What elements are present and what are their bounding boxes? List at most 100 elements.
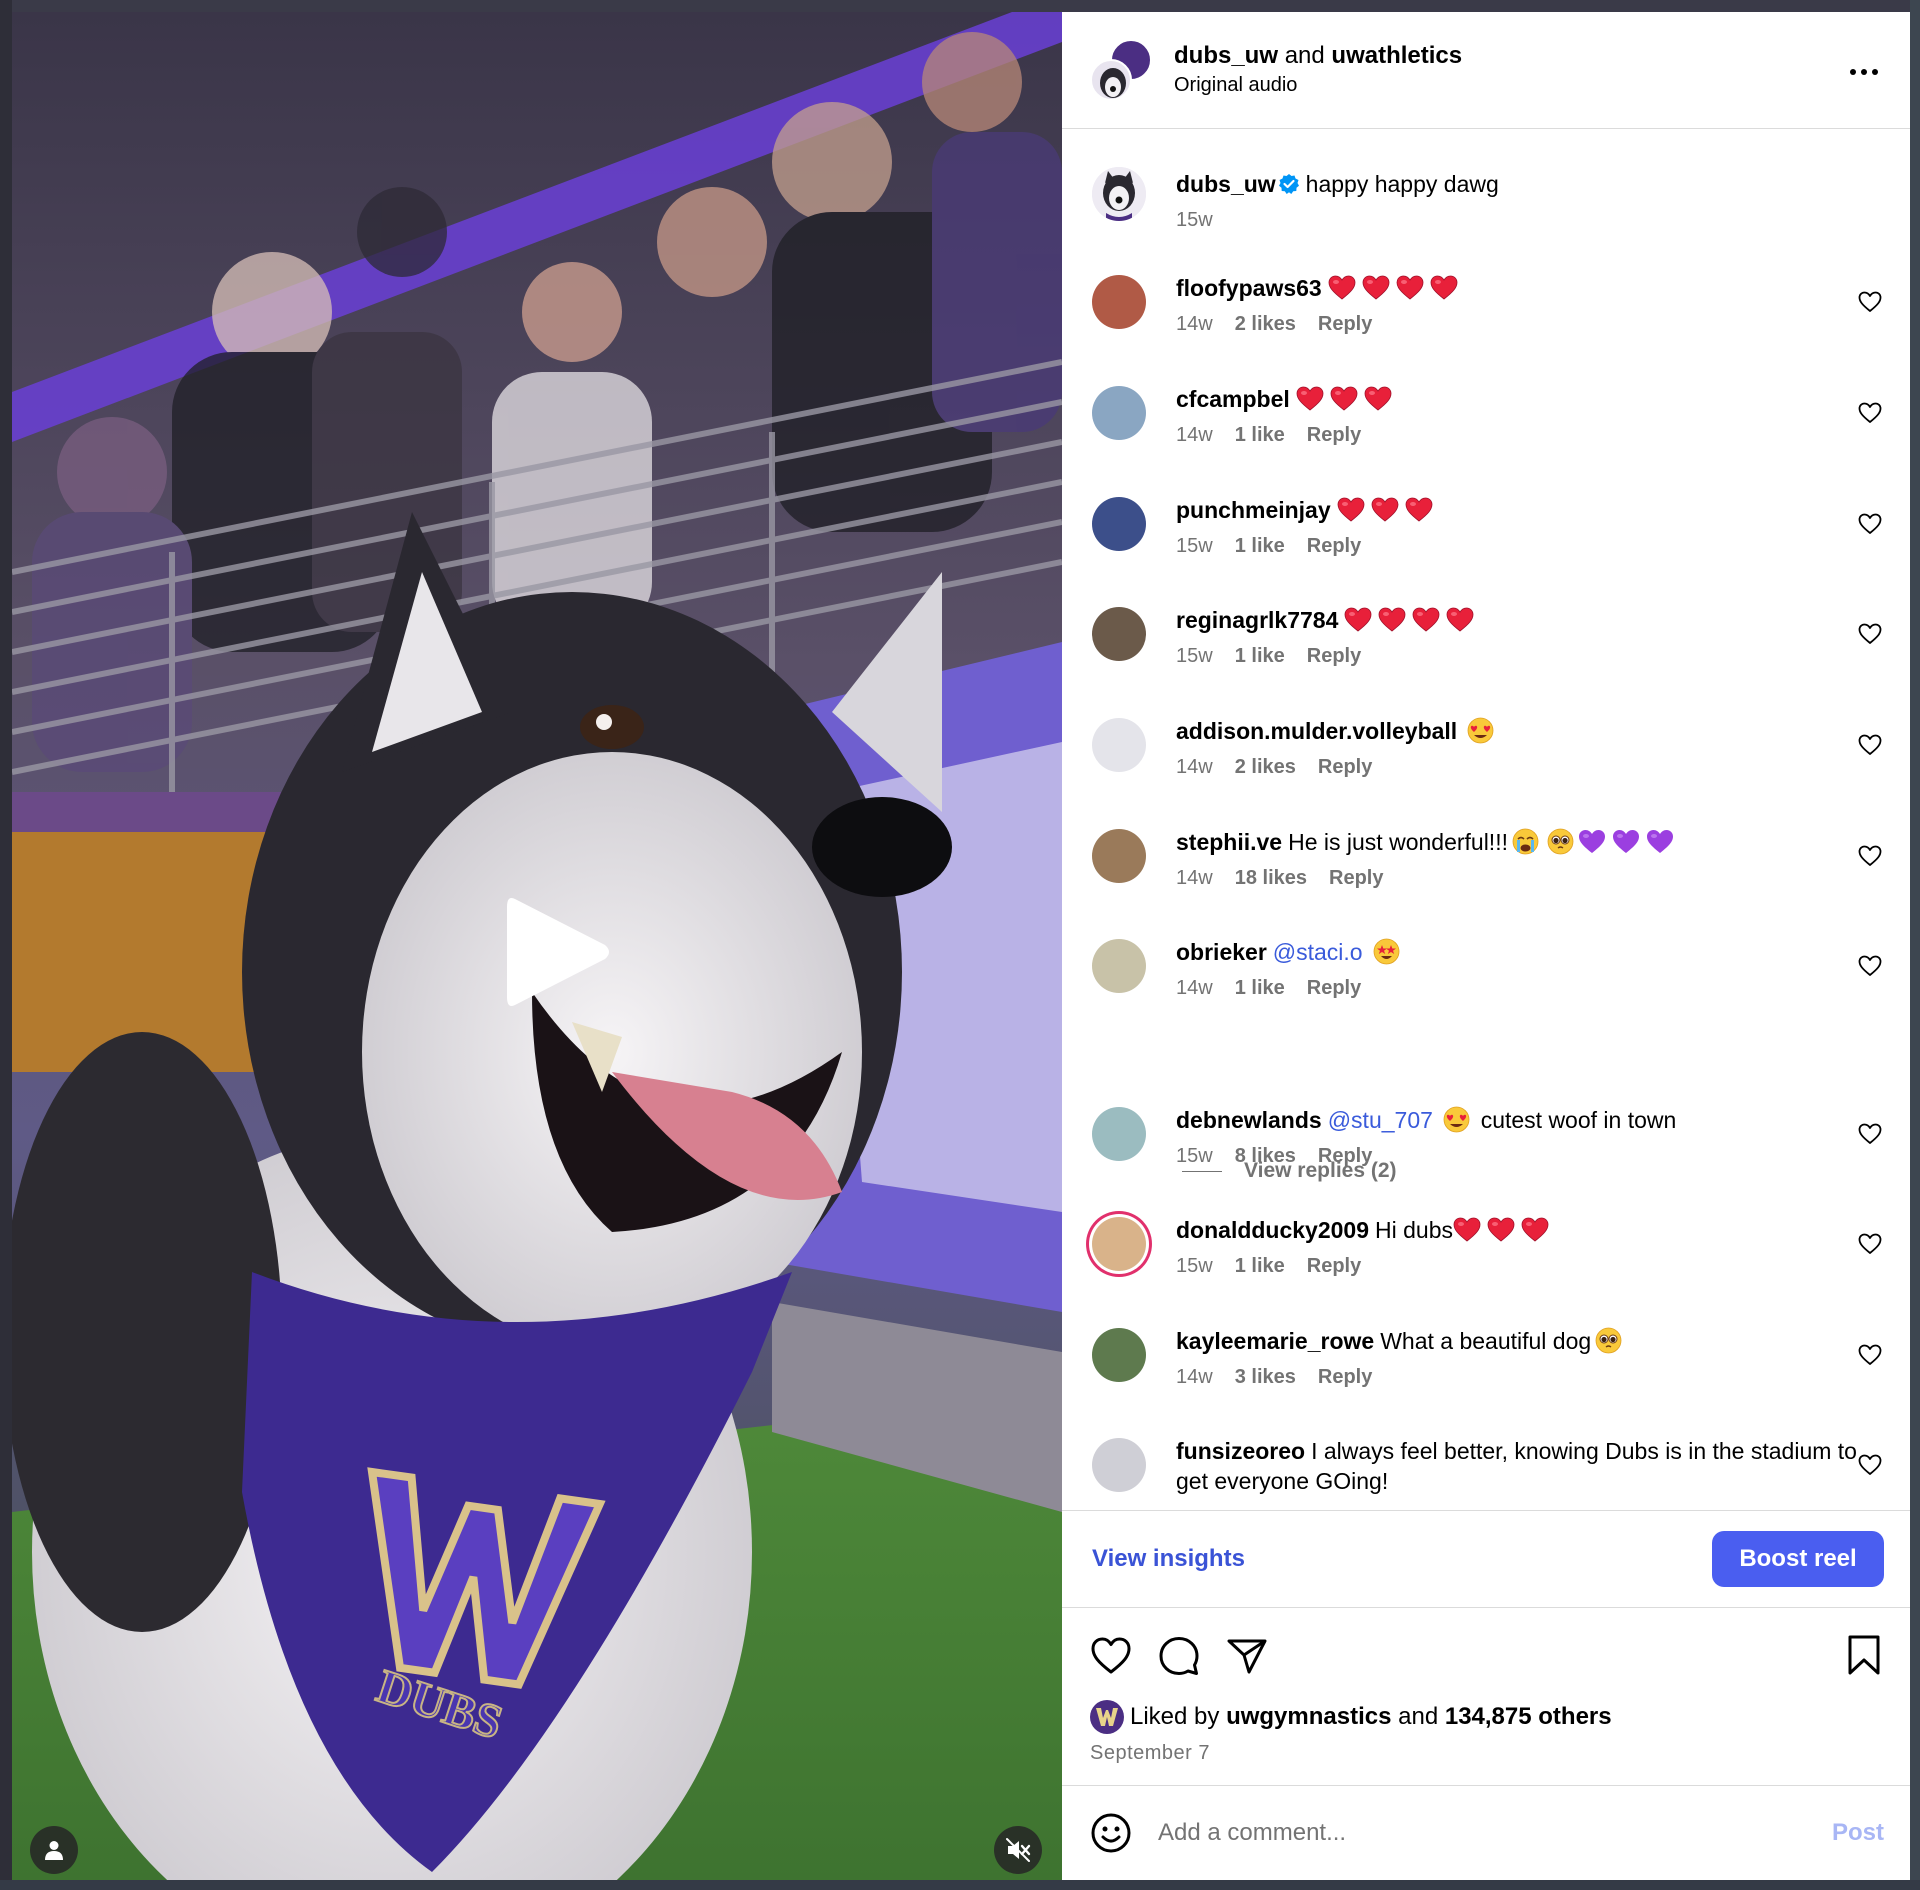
liked-by[interactable]: Liked by uwgymnastics and 134,875 others bbox=[1090, 1700, 1884, 1734]
comment-body: floofypaws63 14w 2 likes Reply bbox=[1176, 271, 1872, 336]
comment-like-icon[interactable] bbox=[1858, 402, 1882, 424]
post-date: September 7 bbox=[1090, 1742, 1211, 1764]
comment-username[interactable]: punchmeinjay bbox=[1176, 497, 1331, 523]
comment-like-icon[interactable] bbox=[1858, 291, 1882, 313]
comment-username[interactable]: reginagrlk7784 bbox=[1176, 607, 1338, 633]
comment-likes[interactable]: 2 likes bbox=[1235, 313, 1296, 336]
mute-button[interactable] bbox=[994, 1826, 1042, 1874]
reply-button[interactable]: Reply bbox=[1329, 867, 1383, 890]
comment-username[interactable]: kayleemarie_rowe bbox=[1176, 1328, 1374, 1354]
comment-mention[interactable]: @staci.o bbox=[1273, 939, 1363, 965]
comment-likes[interactable]: 3 likes bbox=[1235, 1366, 1296, 1389]
liked-by-count[interactable]: 134,875 others bbox=[1445, 1703, 1612, 1731]
comment-mention[interactable]: @stu_707 bbox=[1328, 1107, 1433, 1133]
comment-like-icon[interactable] bbox=[1858, 1454, 1882, 1476]
commenter-avatar[interactable] bbox=[1092, 1438, 1146, 1492]
comment-like-icon[interactable] bbox=[1858, 955, 1882, 977]
comment-like-icon[interactable] bbox=[1858, 623, 1882, 645]
red-heart-emoji bbox=[1405, 497, 1433, 522]
view-replies-button[interactable]: View replies (2) bbox=[1182, 1159, 1397, 1183]
comment-meta: 15w 1 like Reply bbox=[1176, 1255, 1872, 1278]
comment-input[interactable] bbox=[1158, 1819, 1832, 1847]
comment-time: 14w bbox=[1176, 313, 1213, 335]
reply-button[interactable]: Reply bbox=[1307, 424, 1361, 447]
comment-likes[interactable]: 1 like bbox=[1235, 535, 1285, 558]
more-options-button[interactable] bbox=[1844, 60, 1884, 84]
reply-button[interactable]: Reply bbox=[1318, 756, 1372, 779]
comment-meta: 14w 2 likes Reply bbox=[1176, 756, 1872, 779]
reply-button[interactable]: Reply bbox=[1318, 1366, 1372, 1389]
collab-avatars[interactable] bbox=[1090, 39, 1152, 101]
liked-by-prefix: Liked by bbox=[1130, 1703, 1220, 1730]
comment-icon[interactable] bbox=[1158, 1635, 1200, 1677]
commenter-avatar[interactable] bbox=[1092, 718, 1146, 772]
comment-like-icon[interactable] bbox=[1858, 513, 1882, 535]
comment-text: debnewlands @stu_707 cutest woof in town bbox=[1176, 1105, 1872, 1135]
post-comment-button[interactable]: Post bbox=[1832, 1819, 1884, 1847]
comment-content bbox=[1337, 497, 1439, 523]
comment-content: What a beautiful dog bbox=[1380, 1327, 1626, 1354]
reply-button[interactable]: Reply bbox=[1307, 535, 1361, 558]
comment-username[interactable]: cfcampbel bbox=[1176, 386, 1290, 412]
comment-text: obrieker @staci.o bbox=[1176, 937, 1872, 967]
comment-username[interactable]: obrieker bbox=[1176, 939, 1267, 965]
commenter-avatar[interactable] bbox=[1092, 939, 1146, 993]
comment-content bbox=[1344, 607, 1480, 633]
liked-by-user[interactable]: uwgymnastics bbox=[1226, 1703, 1391, 1731]
tag-user-button[interactable] bbox=[30, 1826, 78, 1874]
comment-like-icon[interactable] bbox=[1858, 734, 1882, 756]
comment-username[interactable]: funsizeoreo bbox=[1176, 1438, 1305, 1464]
comment-meta: 14w 1 like Reply bbox=[1176, 977, 1872, 1000]
reply-button[interactable]: Reply bbox=[1307, 1255, 1361, 1278]
share-icon[interactable] bbox=[1226, 1635, 1268, 1677]
author-secondary[interactable]: uwathletics bbox=[1331, 42, 1462, 69]
comment-message: He is just wonderful!!! bbox=[1288, 829, 1508, 855]
comment-username[interactable]: donaldducky2009 bbox=[1176, 1217, 1369, 1243]
audio-label[interactable]: Original audio bbox=[1174, 71, 1462, 99]
comment-body: reginagrlk7784 15w 1 like Reply bbox=[1176, 603, 1872, 668]
commenter-avatar[interactable] bbox=[1092, 497, 1146, 551]
comment-likes[interactable]: 1 like bbox=[1235, 424, 1285, 447]
emoji-icon[interactable] bbox=[1090, 1812, 1132, 1854]
comment-likes[interactable]: 1 like bbox=[1235, 1255, 1285, 1278]
comments-list[interactable]: dubs_uw happy happy dawg 15w floofypaws63… bbox=[1062, 129, 1910, 1510]
comment-like-icon[interactable] bbox=[1858, 1123, 1882, 1145]
comment-meta: 14w 3 likes Reply bbox=[1176, 1366, 1872, 1389]
commenter-avatar[interactable] bbox=[1092, 275, 1146, 329]
comment-meta: 14w 1 like Reply bbox=[1176, 424, 1872, 447]
comment-like-icon[interactable] bbox=[1858, 1344, 1882, 1366]
comment-username[interactable]: debnewlands bbox=[1176, 1107, 1322, 1133]
comment-likes[interactable]: 1 like bbox=[1235, 645, 1285, 668]
comment-row: floofypaws63 14w 2 likes Reply bbox=[1092, 271, 1882, 336]
crying-emoji bbox=[1512, 828, 1539, 855]
comment-username[interactable]: addison.mulder.volleyball bbox=[1176, 718, 1457, 744]
commenter-avatar[interactable] bbox=[1092, 1107, 1146, 1161]
reply-button[interactable]: Reply bbox=[1307, 977, 1361, 1000]
caption-user[interactable]: dubs_uw bbox=[1176, 171, 1276, 197]
reply-button[interactable]: Reply bbox=[1318, 313, 1372, 336]
commenter-avatar[interactable] bbox=[1092, 1217, 1146, 1271]
bookmark-icon[interactable] bbox=[1844, 1634, 1884, 1676]
comment-likes[interactable]: 2 likes bbox=[1235, 756, 1296, 779]
comment-likes[interactable]: 18 likes bbox=[1235, 867, 1307, 890]
comment-likes[interactable]: 1 like bbox=[1235, 977, 1285, 1000]
boost-reel-button[interactable]: Boost reel bbox=[1712, 1531, 1884, 1587]
view-insights-link[interactable]: View insights bbox=[1092, 1545, 1245, 1573]
reel-video[interactable]: DUBS bbox=[12, 12, 1062, 1880]
reply-button[interactable]: Reply bbox=[1307, 645, 1361, 668]
comment-content bbox=[1328, 275, 1464, 301]
comment-row: punchmeinjay 15w 1 like Reply bbox=[1092, 493, 1882, 558]
commenter-avatar[interactable] bbox=[1092, 386, 1146, 440]
heart-icon[interactable] bbox=[1090, 1635, 1132, 1677]
comment-username[interactable]: floofypaws63 bbox=[1176, 275, 1322, 301]
author-primary[interactable]: dubs_uw bbox=[1174, 42, 1278, 69]
comment-username[interactable]: stephii.ve bbox=[1176, 829, 1282, 855]
caption-avatar[interactable] bbox=[1092, 167, 1146, 221]
commenter-avatar[interactable] bbox=[1092, 1328, 1146, 1382]
comment-composer: Post bbox=[1062, 1786, 1910, 1880]
play-button[interactable] bbox=[497, 887, 617, 1017]
comment-like-icon[interactable] bbox=[1858, 1233, 1882, 1255]
comment-like-icon[interactable] bbox=[1858, 845, 1882, 867]
commenter-avatar[interactable] bbox=[1092, 607, 1146, 661]
commenter-avatar[interactable] bbox=[1092, 829, 1146, 883]
